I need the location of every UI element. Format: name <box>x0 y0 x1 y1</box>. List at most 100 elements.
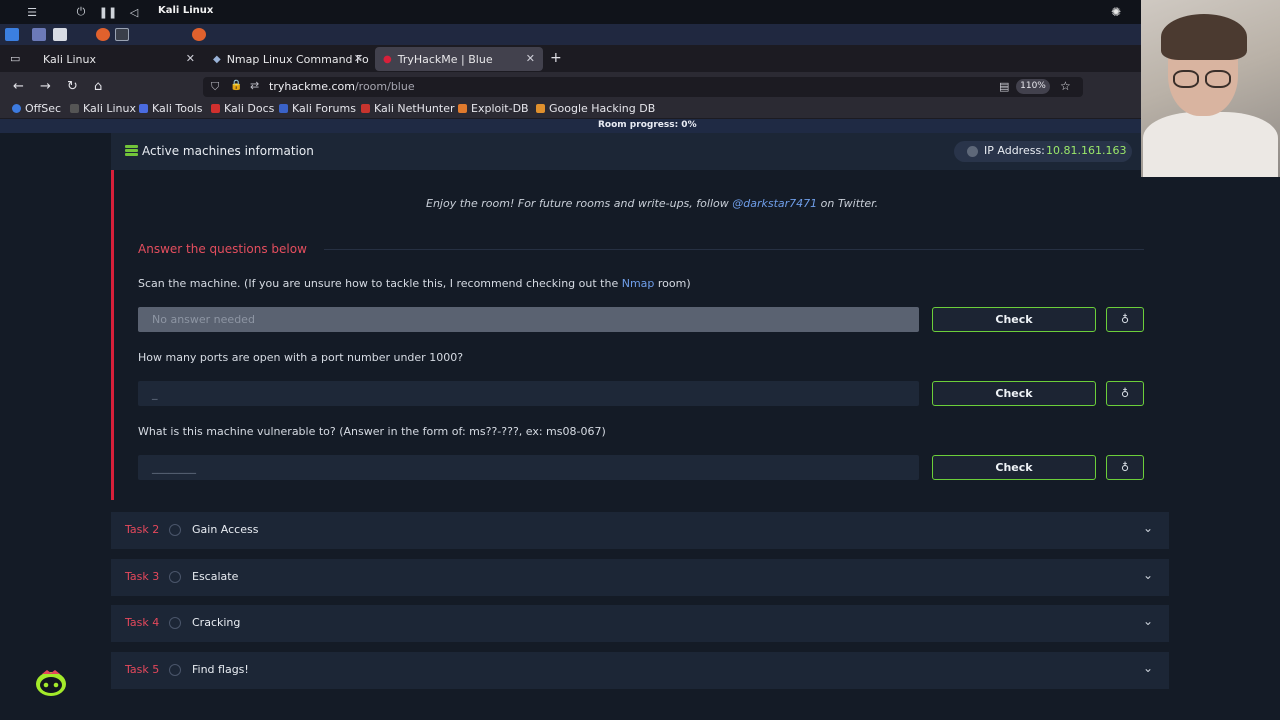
pause-icon[interactable]: ❚❚ <box>99 5 117 19</box>
hint-bulb-icon: ♁ <box>1120 461 1130 474</box>
bookmark-kali-tools[interactable]: Kali Tools <box>139 102 202 115</box>
nmap-room-link[interactable]: Nmap <box>622 277 655 290</box>
answer-input-2[interactable]: _ <box>138 381 919 406</box>
webcam-person-hair <box>1161 14 1247 60</box>
reader-view-icon[interactable]: ▤ <box>999 80 1009 93</box>
answer-input-1: No answer needed <box>138 307 919 332</box>
task-number: Task 3 <box>125 570 160 583</box>
back-triangle-icon[interactable]: ◁ <box>127 5 141 19</box>
divider <box>324 249 1144 250</box>
question-2-text: How many ports are open with a port numb… <box>138 351 464 364</box>
permissions-icon: ⇄ <box>250 79 260 92</box>
bookmark-kali-nethunter[interactable]: Kali NetHunter <box>361 102 455 115</box>
address-bar[interactable]: ⛉ 🔒 ⇄ tryhackme.com/room/blue ▤ <box>203 77 1083 97</box>
os-top-bar: ☰ ⏻ ❚❚ ◁ Kali Linux ✺ <box>0 0 1280 24</box>
nmap-tab-icon: ◆ <box>213 53 221 65</box>
close-icon[interactable]: ✕ <box>526 52 535 65</box>
forward-arrow-icon[interactable]: → <box>40 79 51 94</box>
hint-bulb-icon: ♁ <box>1120 387 1130 400</box>
active-firefox-icon[interactable] <box>192 28 206 41</box>
task-1-card <box>111 170 1169 500</box>
task-row-4[interactable]: Task 4 Cracking ⌄ <box>111 605 1169 642</box>
tab-list-icon[interactable]: ▭ <box>10 52 20 65</box>
zoom-level[interactable]: 110% <box>1016 79 1050 94</box>
task-row-2[interactable]: Task 2 Gain Access ⌄ <box>111 512 1169 549</box>
chevron-down-icon[interactable]: ⌄ <box>1143 661 1153 675</box>
check-button-2[interactable]: Check <box>932 381 1096 406</box>
loading-spinner-icon: ✺ <box>1111 5 1122 19</box>
task-status-icon <box>169 664 181 676</box>
hint-button-3[interactable]: ♁ <box>1106 455 1144 480</box>
url-host: tryhackme.com <box>269 80 355 93</box>
window-title: Kali Linux <box>158 5 214 16</box>
tryhackme-tab-icon: ● <box>383 53 392 65</box>
machine-status-icon <box>967 146 978 157</box>
answer-input-3[interactable]: ________ <box>138 455 919 480</box>
task-status-icon <box>169 617 181 629</box>
glasses-icon <box>1205 70 1231 88</box>
task-status-icon <box>169 571 181 583</box>
answer-heading: Answer the questions below <box>138 242 307 256</box>
active-machines-label: Active machines information <box>142 144 314 158</box>
question-1-text: Scan the machine. (If you are unsure how… <box>138 277 691 290</box>
workspace-icon[interactable] <box>32 28 46 41</box>
lock-icon: 🔒 <box>230 80 243 91</box>
tab-kali-linux[interactable]: Kali Linux ✕ <box>33 47 203 71</box>
bookmark-star-icon[interactable]: ☆ <box>1060 79 1071 93</box>
tab-label: TryHackMe | Blue <box>397 52 493 66</box>
home-icon[interactable]: ⌂ <box>94 79 102 94</box>
chevron-down-icon[interactable]: ⌄ <box>1143 568 1153 582</box>
hint-button-2[interactable]: ♁ <box>1106 381 1144 406</box>
reload-icon[interactable]: ↻ <box>67 79 78 94</box>
task-name: Escalate <box>192 570 239 583</box>
tab-label: Kali Linux <box>43 52 97 66</box>
url-path: /room/blue <box>354 80 415 93</box>
shield-icon: ⛉ <box>211 80 220 93</box>
question-3-text: What is this machine vulnerable to? (Ans… <box>138 425 606 438</box>
bookmark-kali-forums[interactable]: Kali Forums <box>279 102 356 115</box>
hint-bulb-icon: ♁ <box>1120 313 1130 326</box>
firefox-icon[interactable] <box>96 28 110 41</box>
chevron-down-icon[interactable]: ⌄ <box>1143 614 1153 628</box>
twitter-link[interactable]: @darkstar7471 <box>732 197 817 210</box>
bookmark-offsec[interactable]: OffSec <box>12 102 61 115</box>
task-number: Task 5 <box>125 663 160 676</box>
bookmark-kali-linux[interactable]: Kali Linux <box>70 102 136 115</box>
enjoy-text: Enjoy the room! For future rooms and wri… <box>426 197 879 210</box>
power-icon[interactable]: ⏻ <box>74 5 88 19</box>
task-status-icon <box>169 524 181 536</box>
menu-icon[interactable]: ☰ <box>25 5 39 19</box>
task-name: Cracking <box>192 616 241 629</box>
webcam-overlay <box>1141 0 1280 177</box>
tab-label: Nmap Linux Command Fo <box>226 52 369 66</box>
back-arrow-icon[interactable]: ← <box>13 79 24 94</box>
room-progress-bar: Room progress: 0% <box>0 119 1280 133</box>
glasses-icon <box>1173 70 1199 88</box>
tryhackme-bot-icon[interactable] <box>34 667 68 697</box>
ip-address-pill[interactable]: IP Address: 10.81.161.163 <box>954 141 1132 162</box>
kali-menu-icon[interactable] <box>5 28 19 41</box>
browser-tab-strip: ▭ Kali Linux ✕ ◆ Nmap Linux Command Fo ✕… <box>0 45 1280 73</box>
hint-button-1[interactable]: ♁ <box>1106 307 1144 332</box>
task-row-5[interactable]: Task 5 Find flags! ⌄ <box>111 652 1169 689</box>
bookmark-kali-docs[interactable]: Kali Docs <box>211 102 274 115</box>
terminal-icon[interactable] <box>115 28 129 41</box>
bookmark-google-hacking-db[interactable]: Google Hacking DB <box>536 102 655 115</box>
task-name: Gain Access <box>192 523 259 536</box>
close-icon[interactable]: ✕ <box>354 52 363 65</box>
webcam-person-body <box>1143 112 1278 177</box>
files-icon[interactable] <box>53 28 67 41</box>
server-stack-icon <box>125 145 138 156</box>
new-tab-icon[interactable]: + <box>550 50 562 66</box>
ip-label: IP Address: <box>984 144 1045 157</box>
bookmark-exploit-db[interactable]: Exploit-DB <box>458 102 529 115</box>
task-name: Find flags! <box>192 663 249 676</box>
check-button-3[interactable]: Check <box>932 455 1096 480</box>
tab-tryhackme-blue[interactable]: ● TryHackMe | Blue ✕ <box>375 47 543 71</box>
chevron-down-icon[interactable]: ⌄ <box>1143 521 1153 535</box>
room-progress-text: Room progress: 0% <box>598 120 697 130</box>
check-button-1[interactable]: Check <box>932 307 1096 332</box>
close-icon[interactable]: ✕ <box>186 52 195 65</box>
task-row-3[interactable]: Task 3 Escalate ⌄ <box>111 559 1169 596</box>
tab-nmap[interactable]: ◆ Nmap Linux Command Fo ✕ <box>205 47 373 71</box>
